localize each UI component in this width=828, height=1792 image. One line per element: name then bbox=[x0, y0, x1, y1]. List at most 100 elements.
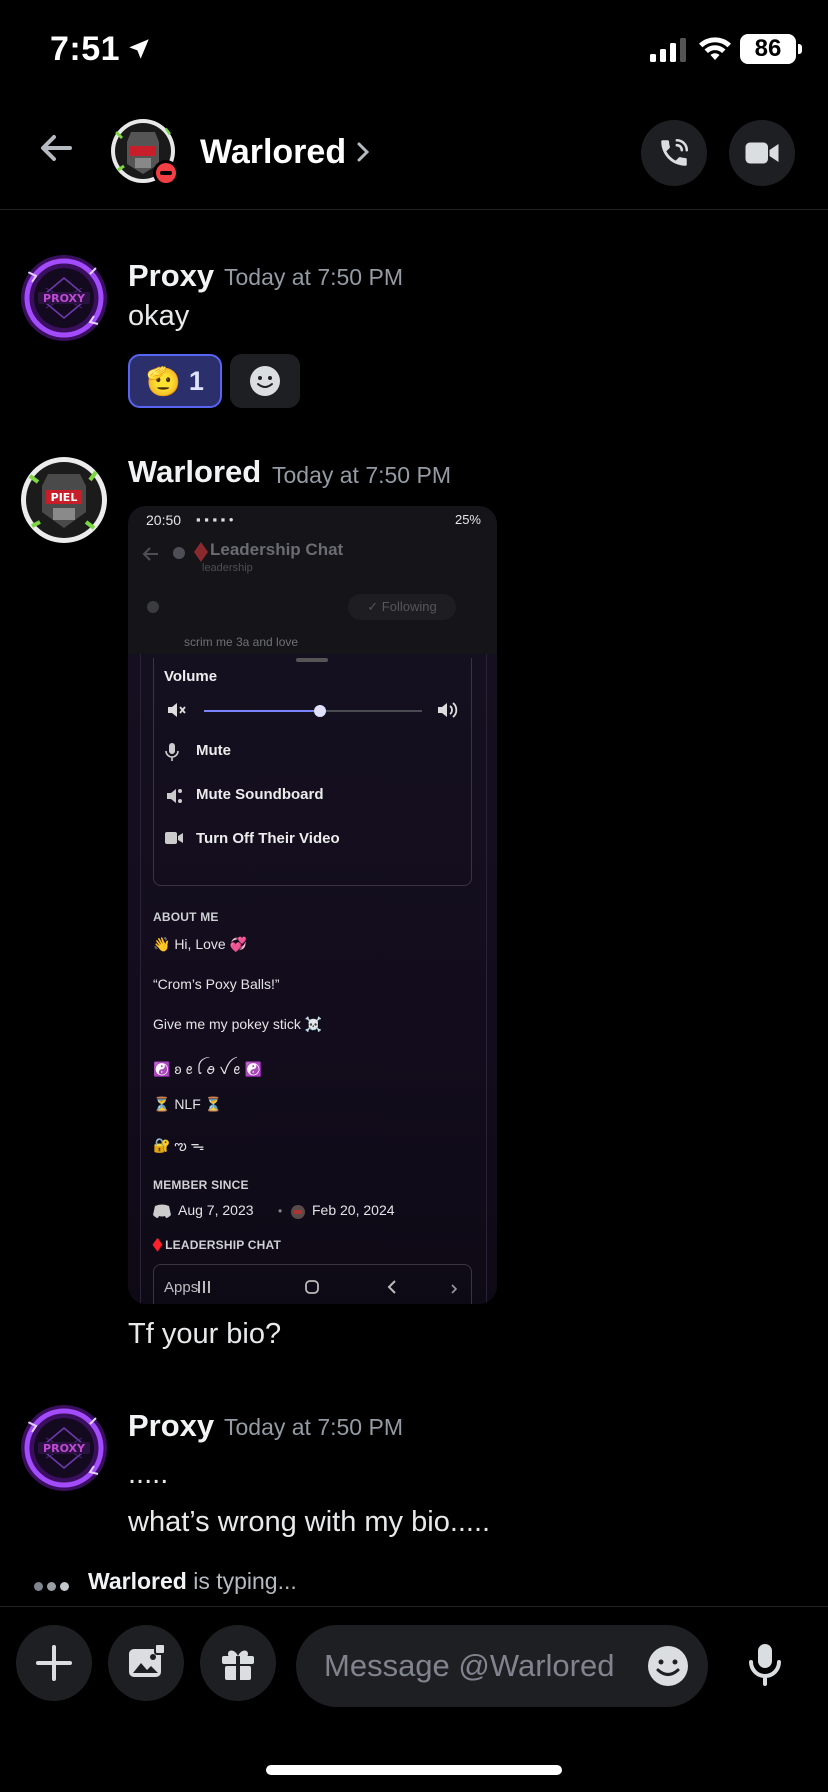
message-timestamp: Today at 7:50 PM bbox=[272, 462, 451, 488]
message-group[interactable]: PROXY Proxy Today at 7:50 PM okay 🫡 1 bbox=[0, 250, 828, 420]
svg-text:PROXY: PROXY bbox=[43, 292, 86, 305]
attach-plus-button[interactable] bbox=[16, 1625, 92, 1701]
member-since-discord: Aug 7, 2023 bbox=[178, 1202, 254, 1218]
about-line: 🔐 ఌ︎ ᯓ bbox=[153, 1137, 205, 1153]
message-input-container bbox=[296, 1625, 708, 1707]
nav-back-icon bbox=[387, 1280, 396, 1294]
chevron-right-icon[interactable] bbox=[356, 140, 370, 164]
image-icon bbox=[129, 1643, 166, 1677]
smile-icon bbox=[250, 366, 280, 396]
about-line: 👋 Hi, Love 💞 bbox=[153, 936, 248, 952]
attachment-chat-subtitle: leadership bbox=[202, 562, 253, 574]
diamond-icon bbox=[194, 542, 208, 562]
about-line: ☯️ ʚ ꫀ ꪶ ꪮ ꪜ ꫀ ☯️ bbox=[153, 1061, 262, 1077]
status-time: 7:51 bbox=[50, 30, 121, 68]
volume-slider bbox=[204, 705, 422, 717]
message-author[interactable]: Warlored bbox=[128, 454, 261, 490]
video-camera-icon bbox=[745, 142, 779, 164]
dm-header: Warlored bbox=[0, 100, 828, 210]
attachment-profile-panel: Volume Mute Mute Soundboard Turn Off The… bbox=[128, 654, 497, 1304]
attachment-nav-bar: Apps bbox=[153, 1264, 472, 1304]
typing-dots-icon bbox=[34, 1578, 74, 1591]
about-line: Give me my pokey stick ☠️ bbox=[153, 1016, 323, 1032]
member-since-server: Feb 20, 2024 bbox=[312, 1202, 395, 1218]
discord-logo-icon bbox=[153, 1204, 171, 1218]
turn-off-video-label: Turn Off Their Video bbox=[196, 830, 340, 847]
recent-apps-icon bbox=[198, 1281, 210, 1293]
avatar[interactable]: PROXY bbox=[20, 1404, 108, 1492]
home-square-icon bbox=[305, 1280, 319, 1294]
leadership-chat-heading: ♦️LEADERSHIP CHAT bbox=[150, 1238, 282, 1252]
attachment-battery: 25% bbox=[454, 512, 481, 527]
gift-icon bbox=[222, 1650, 254, 1680]
plus-icon bbox=[36, 1645, 72, 1681]
message-text: what’s wrong with my bio..... bbox=[128, 1506, 491, 1538]
battery-indicator: 86 bbox=[740, 34, 802, 64]
turn-off-video-option: Turn Off Their Video bbox=[164, 830, 340, 850]
typing-indicator: Warlored is typing... bbox=[88, 1568, 297, 1595]
soundboard-icon bbox=[167, 789, 182, 803]
member-since-heading: MEMBER SINCE bbox=[153, 1178, 249, 1192]
gallery-button[interactable] bbox=[108, 1625, 184, 1701]
volume-slider-fill bbox=[204, 710, 320, 712]
wifi-icon bbox=[699, 37, 731, 60]
message-timestamp: Today at 7:50 PM bbox=[224, 1414, 403, 1440]
server-icon bbox=[147, 601, 159, 613]
salute-emoji-icon: 🫡 bbox=[146, 365, 181, 397]
nav-forward-icon bbox=[451, 1284, 458, 1294]
svg-text:PROXY: PROXY bbox=[43, 1442, 86, 1455]
avatar[interactable]: PIEL bbox=[20, 456, 108, 544]
message-input[interactable] bbox=[324, 1625, 624, 1707]
message-group[interactable]: PROXY Proxy Today at 7:50 PM ..... what’… bbox=[0, 1400, 828, 1550]
back-arrow-icon[interactable] bbox=[34, 126, 78, 170]
location-arrow-icon bbox=[129, 39, 149, 59]
voice-message-button[interactable] bbox=[726, 1625, 804, 1703]
home-indicator[interactable] bbox=[266, 1765, 562, 1775]
gift-button[interactable] bbox=[200, 1625, 276, 1701]
volume-slider-thumb bbox=[313, 705, 326, 717]
message-author[interactable]: Proxy bbox=[128, 1408, 214, 1444]
attachment-status-icons: ▪ ▪ ▪ ▪ • bbox=[196, 512, 234, 527]
image-attachment[interactable]: 20:50 ▪ ▪ ▪ ▪ • 25% Leadership Chat lead… bbox=[128, 506, 497, 1304]
typing-suffix: is typing... bbox=[186, 1568, 297, 1594]
message-composer bbox=[0, 1606, 828, 1718]
attachment-chat-title: Leadership Chat bbox=[210, 540, 344, 559]
video-call-button[interactable] bbox=[729, 120, 795, 186]
emoji-picker-icon[interactable] bbox=[646, 1644, 690, 1688]
voice-call-button[interactable] bbox=[641, 120, 707, 186]
reaction-chip[interactable]: 🫡 1 bbox=[128, 354, 222, 408]
reaction-count: 1 bbox=[188, 365, 204, 396]
mute-soundboard-label: Mute Soundboard bbox=[196, 786, 324, 803]
volume-box: Volume Mute Mute Soundboard Turn Off The… bbox=[153, 658, 472, 886]
microphone-icon bbox=[165, 743, 179, 761]
typing-user: Warlored bbox=[88, 1568, 187, 1594]
attachment-status-time: 20:50 bbox=[146, 512, 182, 528]
message-text: ..... bbox=[128, 1458, 169, 1490]
about-me-heading: ABOUT ME bbox=[153, 910, 219, 924]
message-author[interactable]: Proxy bbox=[128, 258, 214, 294]
volume-mute-icon bbox=[168, 703, 186, 717]
volume-up-icon bbox=[438, 702, 458, 718]
nav-apps-label: Apps bbox=[164, 1279, 199, 1296]
about-line: ⏳ NLF ⏳ bbox=[153, 1096, 223, 1112]
svg-text:PIEL: PIEL bbox=[51, 491, 78, 504]
microphone-icon bbox=[749, 1644, 781, 1686]
message-timestamp: Today at 7:50 PM bbox=[224, 264, 403, 290]
volume-label: Volume bbox=[164, 668, 218, 685]
message-text: okay bbox=[128, 300, 190, 332]
message-text: Tf your bio? bbox=[128, 1318, 282, 1350]
video-camera-icon bbox=[165, 832, 183, 844]
back-arrow-icon bbox=[142, 547, 158, 561]
dm-title[interactable]: Warlored bbox=[200, 133, 346, 172]
attachment-screen-header: 20:50 ▪ ▪ ▪ ▪ • 25% Leadership Chat lead… bbox=[128, 506, 497, 654]
dnd-status-badge bbox=[153, 160, 179, 186]
mute-option-label: Mute bbox=[196, 742, 231, 759]
attachment-faded-text: scrim me 3a and love bbox=[184, 635, 299, 649]
mute-soundboard-option: Mute Soundboard bbox=[164, 786, 324, 810]
status-bar: 7:51 86 bbox=[0, 0, 828, 100]
avatar[interactable]: PROXY bbox=[20, 254, 108, 342]
mute-option: Mute bbox=[164, 742, 231, 766]
phone-call-icon bbox=[661, 138, 689, 166]
server-icon bbox=[291, 1205, 305, 1219]
add-reaction-button[interactable] bbox=[230, 354, 300, 408]
